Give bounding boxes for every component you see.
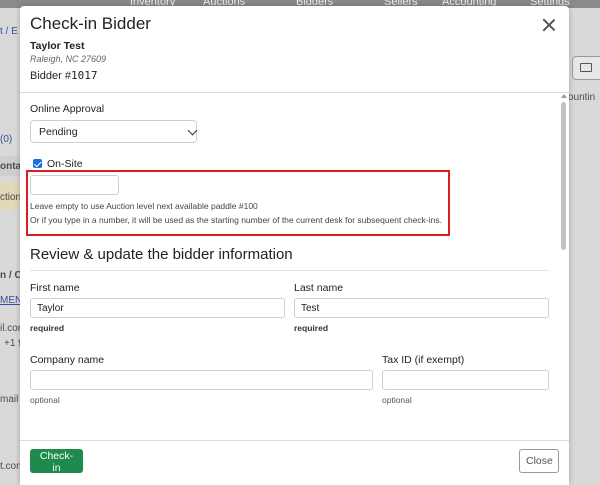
first-name-label: First name <box>30 282 80 294</box>
bg-col-header: n / C <box>0 270 22 281</box>
company-name-input[interactable] <box>30 370 373 390</box>
scroll-thumb[interactable] <box>561 102 566 250</box>
tax-id-label: Tax ID (if exempt) <box>382 354 465 366</box>
chevron-down-icon <box>187 125 198 136</box>
bidder-location: Raleigh, NC 27609 <box>30 54 107 64</box>
bidder-number: Bidder #1017 <box>30 69 97 82</box>
bg-breadcrumb[interactable]: t / E <box>0 26 18 37</box>
last-name-required: required <box>294 323 329 333</box>
checkin-button[interactable]: Check-in <box>30 449 83 474</box>
section-divider <box>30 270 549 271</box>
bg-email-2: mail <box>0 394 19 405</box>
first-name-input[interactable] <box>30 298 285 318</box>
close-icon[interactable] <box>540 16 558 34</box>
scroll-up-arrow-icon[interactable] <box>561 94 567 98</box>
modal-footer: Check-in Close <box>20 440 569 485</box>
modal-scrollbar[interactable] <box>559 94 567 440</box>
review-section-title: Review & update the bidder information <box>30 246 293 263</box>
bidder-number-label: Bidder # <box>30 70 71 82</box>
tax-id-optional: optional <box>382 395 412 405</box>
monitor-icon <box>580 63 592 72</box>
online-approval-value: Pending <box>39 126 78 138</box>
onsite-checkbox[interactable] <box>33 159 42 168</box>
highlight-annotation-box <box>26 170 450 236</box>
onsite-label[interactable]: On-Site <box>47 158 83 170</box>
last-name-input[interactable] <box>294 298 549 318</box>
tax-id-input[interactable] <box>382 370 549 390</box>
checkin-bidder-modal: Check-in Bidder Taylor Test Raleigh, NC … <box>20 6 569 485</box>
bg-link[interactable]: MEN <box>0 295 22 306</box>
close-button[interactable]: Close <box>519 449 559 473</box>
modal-body: Online Approval Pending On-Site Leave em… <box>20 94 569 440</box>
company-name-optional: optional <box>30 395 60 405</box>
bg-view-button[interactable] <box>572 56 600 80</box>
bg-right-accounting: ountin <box>568 92 596 103</box>
company-name-label: Company name <box>30 354 105 366</box>
last-name-label: Last name <box>294 282 344 294</box>
bidder-name: Taylor Test <box>30 40 85 52</box>
online-approval-label: Online Approval <box>30 103 105 115</box>
bg-count: (0) <box>0 134 13 145</box>
online-approval-select[interactable]: Pending <box>30 120 198 143</box>
bidder-number-value: 1017 <box>70 69 98 82</box>
first-name-required: required <box>30 323 65 333</box>
modal-header: Check-in Bidder Taylor Test Raleigh, NC … <box>20 6 569 93</box>
modal-title: Check-in Bidder <box>30 14 151 33</box>
